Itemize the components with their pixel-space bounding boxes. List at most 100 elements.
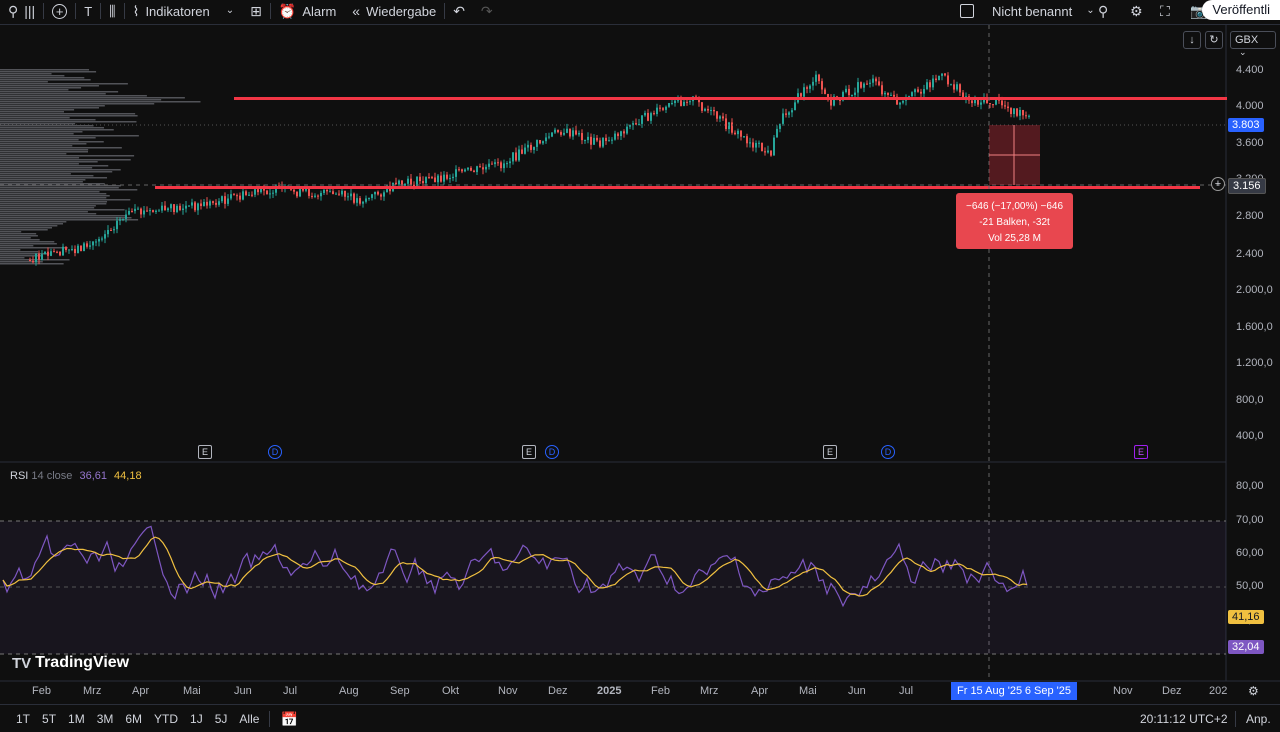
auto-scale-button[interactable]: ↻: [1205, 31, 1223, 49]
layout-name-button[interactable]: Nicht benannt ⌄: [952, 0, 1103, 22]
candle-body: [863, 83, 865, 88]
redo-button[interactable]: ↷: [473, 0, 501, 22]
candle-body: [77, 245, 79, 254]
range-button[interactable]: 5T: [36, 712, 62, 726]
candle-body: [515, 152, 517, 161]
rewind-icon: «: [352, 3, 361, 19]
indicators-icon: ⌇: [132, 3, 140, 19]
quick-search-button[interactable]: ⚲: [1090, 0, 1116, 22]
add-alert-icon[interactable]: +: [1211, 177, 1225, 191]
candle-body: [227, 198, 229, 204]
volume-profile-bar: [0, 137, 96, 139]
rsi-title: RSI: [10, 470, 29, 482]
candle-body: [746, 136, 748, 144]
future-earnings-marker[interactable]: E: [1134, 445, 1148, 459]
candle-body: [716, 111, 718, 119]
candle-body: [341, 190, 343, 195]
candle-body: [383, 192, 385, 197]
clock-label[interactable]: 20:11:12 UTC+2: [1140, 712, 1228, 726]
candle-body: [638, 123, 640, 125]
time-axis-settings-icon[interactable]: ⚙: [1248, 685, 1259, 697]
price-tick-label: 4.400: [1236, 64, 1264, 76]
range-button[interactable]: 6M: [119, 712, 148, 726]
range-button[interactable]: 1M: [62, 712, 91, 726]
candle-body: [47, 251, 49, 256]
candle-body: [479, 166, 481, 168]
volume-profile-bar: [0, 101, 201, 103]
volume-profile-bar: [0, 225, 58, 227]
candle-body: [704, 108, 706, 111]
candle-body: [500, 162, 502, 169]
candle-body: [473, 170, 475, 173]
undo-button[interactable]: ↶: [445, 0, 473, 22]
publish-button[interactable]: Veröffentli: [1202, 0, 1280, 20]
candle-body: [890, 94, 892, 96]
dividend-marker[interactable]: D: [881, 445, 895, 459]
time-tick-label: Mai: [183, 685, 201, 697]
rsi-legend[interactable]: RSI 14 close 36,61 44,18: [10, 470, 142, 482]
indicators-button[interactable]: ⌇ Indikatoren ⌄: [125, 0, 243, 22]
candle-body: [1016, 108, 1018, 116]
add-symbol-button[interactable]: +: [44, 0, 75, 22]
candle-body: [752, 142, 754, 148]
candle-body: [44, 251, 46, 255]
earnings-marker[interactable]: E: [198, 445, 212, 459]
settings-button[interactable]: ⚙: [1122, 0, 1151, 22]
checkbox-icon: [960, 4, 974, 18]
replay-button[interactable]: « Wiedergabe: [344, 0, 444, 22]
date-range-icon[interactable]: 📅: [280, 712, 297, 726]
volume-profile-bar: [0, 211, 88, 213]
text-tool-button[interactable]: T: [76, 0, 100, 22]
candle-body: [248, 194, 250, 196]
volume-profile-bar: [0, 207, 95, 209]
candle-body: [848, 88, 850, 96]
range-button[interactable]: 3M: [91, 712, 120, 726]
fullscreen-button[interactable]: ⛶: [1152, 0, 1178, 22]
candle-body: [935, 78, 937, 80]
candle-body: [113, 229, 115, 231]
range-button[interactable]: 1J: [184, 712, 209, 726]
chart-area[interactable]: ↓ ↻ GBX ⌄ 4.4004.0003.6003.2002.8002.400…: [0, 24, 1280, 704]
candle-body: [956, 84, 958, 90]
range-button[interactable]: YTD: [148, 712, 184, 726]
candle-body: [560, 132, 562, 135]
templates-button[interactable]: ⊞: [242, 0, 270, 22]
candle-body: [683, 101, 685, 106]
symbol-search[interactable]: ⚲ |||: [0, 0, 43, 22]
volume-profile-bar: [0, 203, 107, 205]
candle-body: [236, 195, 238, 197]
candle-body: [602, 137, 604, 147]
candle-body: [548, 136, 550, 138]
dividend-marker[interactable]: D: [268, 445, 282, 459]
scale-down-button[interactable]: ↓: [1183, 31, 1201, 49]
candle-body: [620, 131, 622, 137]
candle-body: [173, 204, 175, 212]
range-button[interactable]: Alle: [233, 712, 265, 726]
volume-profile-bar: [0, 133, 74, 135]
volume-profile-bar: [0, 227, 53, 229]
currency-select[interactable]: GBX ⌄: [1230, 31, 1276, 57]
chart-canvas[interactable]: [0, 25, 1280, 705]
dividend-marker[interactable]: D: [545, 445, 559, 459]
branding-label: TradingView: [35, 654, 130, 671]
chart-type-button[interactable]: ⫼: [101, 0, 123, 22]
tradingview-logo[interactable]: TV TradingView: [12, 654, 129, 672]
range-button[interactable]: 1T: [10, 712, 36, 726]
earnings-marker[interactable]: E: [823, 445, 837, 459]
volume-profile-bar: [0, 127, 105, 129]
candle-body: [497, 162, 499, 164]
alarm-button[interactable]: ⏰ Alarm: [271, 0, 344, 22]
earnings-marker[interactable]: E: [522, 445, 536, 459]
candle-body: [839, 99, 841, 101]
range-button[interactable]: 5J: [209, 712, 234, 726]
time-tick-label: Dez: [1162, 685, 1182, 697]
candle-body: [794, 102, 796, 111]
candle-body: [155, 210, 157, 212]
candle-body: [464, 169, 466, 172]
adjust-button[interactable]: Anp.: [1246, 712, 1271, 726]
support-line[interactable]: [155, 186, 1200, 189]
candle-body: [143, 210, 145, 215]
resistance-line[interactable]: [234, 97, 1227, 100]
candle-body: [134, 208, 136, 212]
candle-body: [218, 201, 220, 205]
